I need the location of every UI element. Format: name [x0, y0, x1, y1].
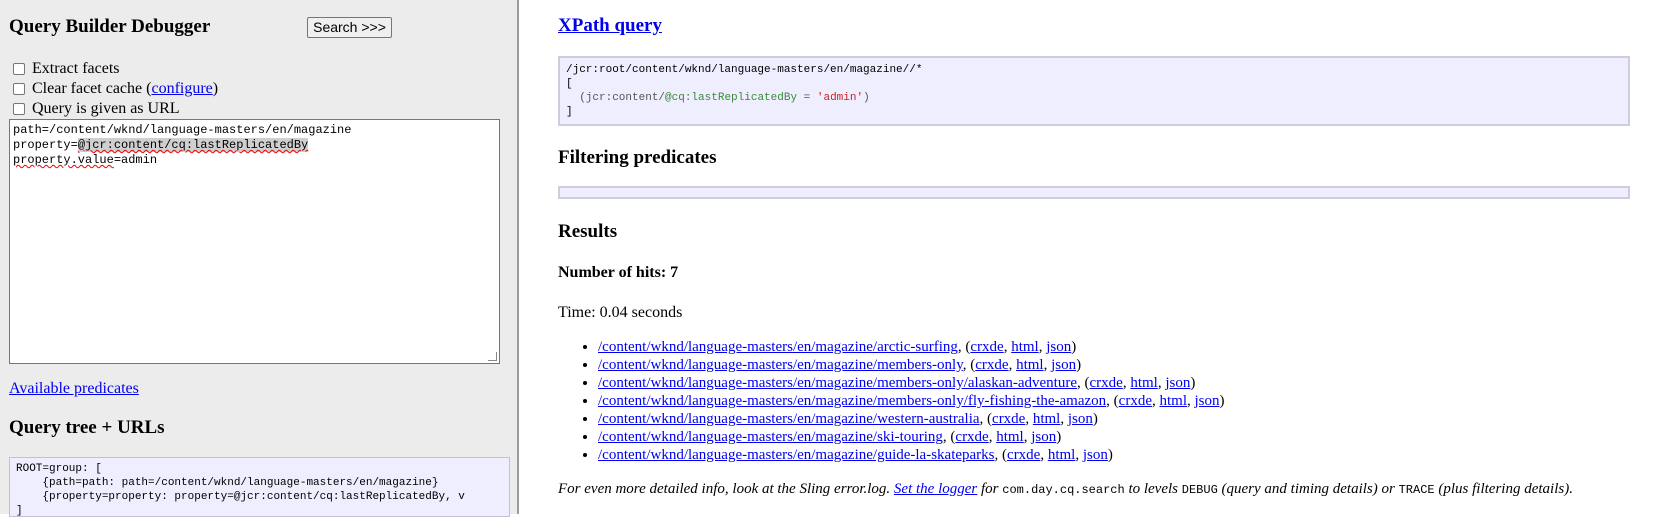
- html-link[interactable]: html: [996, 429, 1024, 445]
- crxde-link[interactable]: crxde: [1007, 447, 1040, 463]
- available-predicates-link[interactable]: Available predicates: [9, 380, 139, 398]
- crxde-link[interactable]: crxde: [970, 339, 1003, 355]
- query-textarea[interactable]: path=/content/wknd/language-masters/en/m…: [9, 119, 500, 364]
- query-as-url-checkbox[interactable]: [13, 103, 25, 115]
- query-tree-line: ROOT=group: [: [16, 463, 102, 475]
- note-text: for: [977, 481, 1003, 497]
- result-item: /content/wknd/language-masters/en/magazi…: [598, 374, 1225, 392]
- query-as-url-option[interactable]: Query is given as URL: [9, 100, 180, 118]
- filtering-predicates-box: [558, 186, 1630, 199]
- json-link[interactable]: json: [1046, 339, 1071, 355]
- query-as-url-label: Query is given as URL: [32, 100, 180, 117]
- result-item: /content/wknd/language-masters/en/magazi…: [598, 428, 1225, 446]
- json-link[interactable]: json: [1031, 429, 1056, 445]
- query-line-3-key: property.value: [13, 153, 114, 167]
- note-code: TRACE: [1398, 483, 1435, 497]
- crxde-link[interactable]: crxde: [992, 411, 1025, 427]
- extract-facets-checkbox[interactable]: [13, 63, 25, 75]
- set-logger-link[interactable]: Set the logger: [894, 481, 977, 497]
- json-link[interactable]: json: [1051, 357, 1076, 373]
- left-panel: Query Builder Debugger Search >>> Extrac…: [0, 0, 519, 517]
- crxde-link[interactable]: crxde: [975, 357, 1008, 373]
- crxde-link[interactable]: crxde: [1090, 375, 1123, 391]
- xpath-query-box: /jcr:root/content/wknd/language-masters/…: [558, 56, 1630, 126]
- search-button[interactable]: Search >>>: [307, 17, 392, 38]
- xpath-query-link[interactable]: XPath query: [558, 15, 662, 37]
- note-text: to levels: [1124, 481, 1182, 497]
- footer-note: For even more detailed info, look at the…: [558, 481, 1573, 498]
- html-link[interactable]: html: [1011, 339, 1039, 355]
- clear-facet-cache-label-end: ): [212, 80, 219, 97]
- query-tree-box: ROOT=group: [ {path=path: path=/content/…: [9, 457, 510, 517]
- html-link[interactable]: html: [1048, 447, 1076, 463]
- xpath-line-4: ]: [566, 106, 573, 118]
- result-item: /content/wknd/language-masters/en/magazi…: [598, 338, 1225, 356]
- result-item: /content/wknd/language-masters/en/magazi…: [598, 356, 1225, 374]
- clear-facet-cache-option[interactable]: Clear facet cache (configure): [9, 80, 218, 98]
- result-path-link[interactable]: /content/wknd/language-masters/en/magazi…: [598, 339, 958, 355]
- note-text: (query and timing details) or: [1217, 481, 1399, 497]
- xpath-line-3b: @cq:lastReplicatedBy: [665, 92, 798, 104]
- number-of-hits: Number of hits: 7: [558, 264, 679, 281]
- json-link[interactable]: json: [1083, 447, 1108, 463]
- result-path-link[interactable]: /content/wknd/language-masters/en/magazi…: [598, 447, 995, 463]
- query-tree-title: Query tree + URLs: [9, 417, 165, 438]
- clear-facet-cache-label: Clear facet cache (: [32, 80, 152, 97]
- xpath-line-3d: 'admin': [816, 92, 864, 104]
- result-path-link[interactable]: /content/wknd/language-masters/en/magazi…: [598, 393, 1106, 409]
- note-text: For even more detailed info, look at the…: [558, 481, 894, 497]
- textarea-resize-handle[interactable]: [488, 352, 497, 361]
- note-text: (plus filtering details).: [1434, 481, 1573, 497]
- query-tree-line: {path=path: path=/content/wknd/language-…: [16, 477, 439, 489]
- result-path-link[interactable]: /content/wknd/language-masters/en/magazi…: [598, 357, 963, 373]
- html-link[interactable]: html: [1016, 357, 1044, 373]
- results-title: Results: [558, 221, 618, 242]
- html-link[interactable]: html: [1033, 411, 1061, 427]
- xpath-line-3e: ): [863, 92, 870, 104]
- crxde-link[interactable]: crxde: [1119, 393, 1152, 409]
- query-line-1: path=/content/wknd/language-masters/en/m…: [13, 123, 352, 137]
- clear-facet-cache-checkbox[interactable]: [13, 83, 25, 95]
- configure-link[interactable]: configure: [151, 80, 212, 98]
- result-path-link[interactable]: /content/wknd/language-masters/en/magazi…: [598, 411, 980, 427]
- result-item: /content/wknd/language-masters/en/magazi…: [598, 392, 1225, 410]
- xpath-line-2: [: [566, 78, 573, 90]
- query-line-3-value: =admin: [113, 153, 158, 167]
- xpath-line-3c: =: [797, 92, 817, 104]
- crxde-link[interactable]: crxde: [955, 429, 988, 445]
- result-path-link[interactable]: /content/wknd/language-masters/en/magazi…: [598, 375, 1077, 391]
- filtering-predicates-title: Filtering predicates: [558, 147, 717, 168]
- query-tree-line: ]: [16, 505, 23, 517]
- result-item: /content/wknd/language-masters/en/magazi…: [598, 410, 1225, 428]
- note-code: DEBUG: [1181, 483, 1218, 497]
- json-link[interactable]: json: [1068, 411, 1093, 427]
- xpath-line-3a: (jcr:content/: [566, 92, 666, 104]
- query-line-2-value: @jcr:content/cq:lastReplicatedBy: [77, 138, 309, 152]
- query-time: Time: 0.04 seconds: [558, 304, 683, 321]
- results-list: /content/wknd/language-masters/en/magazi…: [558, 338, 1225, 464]
- json-link[interactable]: json: [1165, 375, 1190, 391]
- json-link[interactable]: json: [1195, 393, 1220, 409]
- debugger-title: Query Builder Debugger: [9, 16, 211, 37]
- html-link[interactable]: html: [1159, 393, 1187, 409]
- xpath-line-1: /jcr:root/content/wknd/language-masters/…: [566, 64, 923, 76]
- note-code: com.day.cq.search: [1002, 483, 1125, 497]
- html-link[interactable]: html: [1130, 375, 1158, 391]
- result-path-link[interactable]: /content/wknd/language-masters/en/magazi…: [598, 429, 943, 445]
- result-item: /content/wknd/language-masters/en/magazi…: [598, 446, 1225, 464]
- query-tree-line: {property=property: property=@jcr:conten…: [16, 491, 465, 503]
- extract-facets-label: Extract facets: [32, 60, 120, 77]
- extract-facets-option[interactable]: Extract facets: [9, 60, 120, 78]
- query-line-2-prefix: property=: [13, 138, 78, 152]
